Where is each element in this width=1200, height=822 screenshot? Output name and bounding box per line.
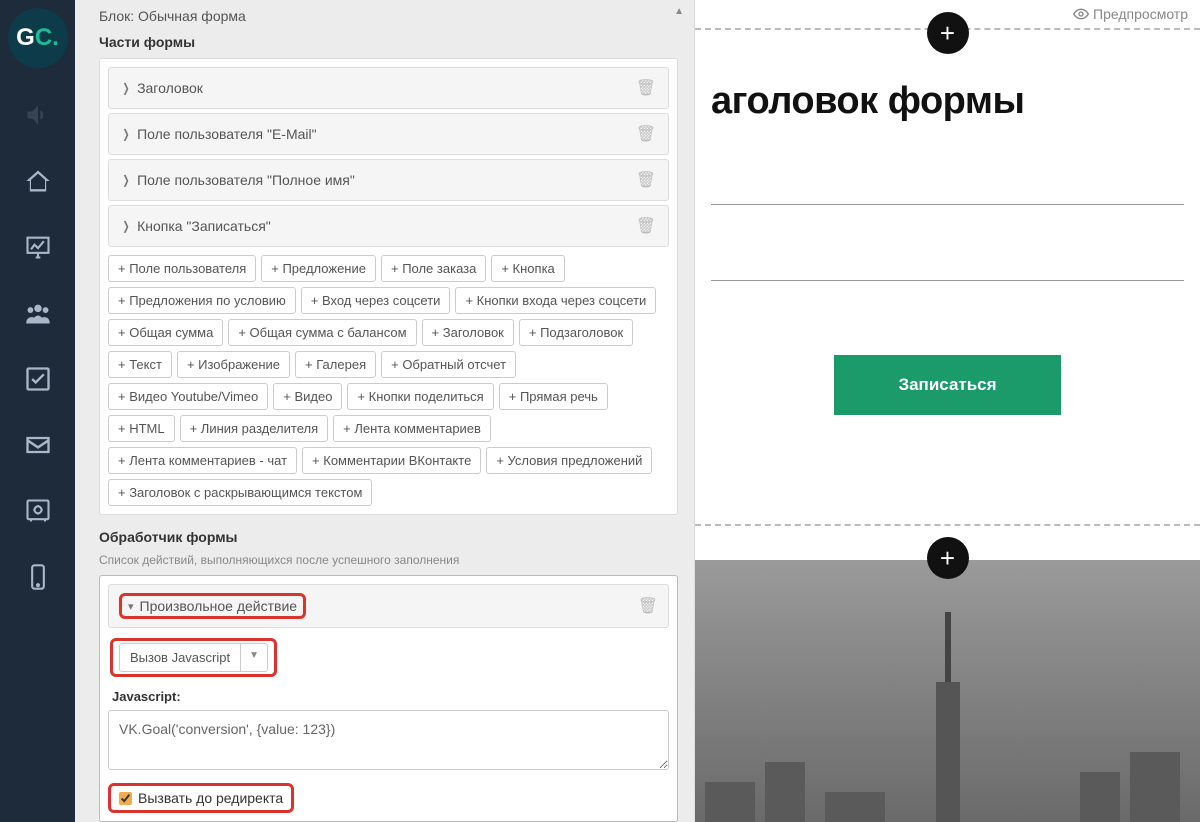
action-type-dropdown[interactable]: Вызов Javascript (119, 643, 241, 672)
trash-icon[interactable]: 🗑 (636, 78, 656, 98)
add-part-button[interactable]: + Обратный отсчет (381, 351, 516, 378)
add-part-button[interactable]: + Поле заказа (381, 255, 486, 282)
users-icon[interactable] (0, 280, 75, 346)
form-title: аголовок формы (711, 80, 1184, 123)
part-item[interactable]: ❯Заголовок 🗑 (108, 67, 669, 109)
part-item[interactable]: ❯Поле пользователя "Полное имя" 🗑 (108, 159, 669, 201)
add-part-button[interactable]: + Изображение (177, 351, 290, 378)
email-field[interactable] (711, 163, 1184, 205)
add-part-button[interactable]: + Линия разделителя (180, 415, 329, 442)
block-title: Блок: Обычная форма (99, 6, 678, 24)
chevron-right-icon: ❯ (123, 173, 130, 187)
logo[interactable]: GC. (8, 8, 68, 68)
add-part-button[interactable]: + Видео (273, 383, 342, 410)
add-part-button[interactable]: + Кнопки входа через соцсети (455, 287, 656, 314)
add-part-button[interactable]: + Кнопка (491, 255, 564, 282)
trash-icon[interactable]: 🗑 (636, 170, 656, 190)
add-block-button[interactable]: + (927, 12, 969, 54)
add-part-button[interactable]: + Лента комментариев - чат (108, 447, 297, 474)
add-part-button[interactable]: + Вход через соцсети (301, 287, 451, 314)
chevron-right-icon: ❯ (123, 81, 130, 95)
preview-panel: Предпросмотр + аголовок формы Записаться… (695, 0, 1200, 822)
action-label-highlight: ▾Произвольное действие (119, 593, 306, 619)
mail-icon[interactable] (0, 412, 75, 478)
image-block[interactable] (695, 560, 1200, 822)
add-part-button[interactable]: + HTML (108, 415, 175, 442)
add-part-button[interactable]: + Общая сумма с балансом (228, 319, 416, 346)
add-part-button[interactable]: + Заголовок с раскрывающимся текстом (108, 479, 372, 506)
trash-icon[interactable]: 🗑 (638, 596, 658, 616)
chevron-right-icon: ❯ (123, 127, 130, 141)
add-part-button[interactable]: + Текст (108, 351, 172, 378)
handler-title: Обработчик формы (99, 529, 678, 545)
parts-add-row: + Поле пользователя+ Предложение+ Поле з… (108, 255, 669, 506)
add-part-button[interactable]: + Галерея (295, 351, 376, 378)
phone-icon[interactable] (0, 544, 75, 610)
eye-icon (1073, 6, 1089, 22)
handler-header[interactable]: ▾Произвольное действие 🗑 (108, 584, 669, 628)
js-label: Javascript: (112, 689, 669, 704)
scroll-up-icon[interactable]: ▲ (674, 6, 684, 17)
add-part-button[interactable]: + Прямая речь (499, 383, 608, 410)
add-part-button[interactable]: + Комментарии ВКонтакте (302, 447, 481, 474)
checkbox-highlight: Вызвать до редиректа (108, 783, 294, 813)
add-part-button[interactable]: + Поле пользователя (108, 255, 256, 282)
part-item[interactable]: ❯Поле пользователя "E-Mail" 🗑 (108, 113, 669, 155)
preview-link[interactable]: Предпросмотр (1073, 6, 1188, 22)
dropdown-highlight: Вызов Javascript ▼ (110, 638, 277, 677)
sound-icon[interactable] (0, 82, 75, 148)
parts-title: Части формы (99, 34, 678, 50)
add-part-button[interactable]: + Видео Youtube/Vimeo (108, 383, 268, 410)
sidebar: GC. (0, 0, 75, 822)
js-textarea[interactable] (108, 710, 669, 770)
check-icon[interactable] (0, 346, 75, 412)
add-part-button[interactable]: + Условия предложений (486, 447, 652, 474)
chart-icon[interactable] (0, 214, 75, 280)
handler-subtitle: Список действий, выполняющихся после усп… (99, 553, 678, 567)
add-part-button[interactable]: + Общая сумма (108, 319, 223, 346)
editor-panel: ▲ Блок: Обычная форма Части формы ❯Загол… (75, 0, 695, 822)
chevron-right-icon: ❯ (123, 219, 130, 233)
parts-box: ❯Заголовок 🗑 ❯Поле пользователя "E-Mail"… (99, 58, 678, 515)
submit-button[interactable]: Записаться (834, 355, 1060, 415)
checkbox-label: Вызвать до редиректа (138, 790, 283, 806)
part-item[interactable]: ❯Кнопка "Записаться" 🗑 (108, 205, 669, 247)
add-block-button[interactable]: + (927, 537, 969, 579)
add-part-button[interactable]: + Предложения по условию (108, 287, 296, 314)
add-part-button[interactable]: + Предложение (261, 255, 376, 282)
add-part-button[interactable]: + Заголовок (422, 319, 514, 346)
before-redirect-checkbox[interactable] (119, 792, 132, 805)
add-part-button[interactable]: + Кнопки поделиться (347, 383, 493, 410)
home-icon[interactable] (0, 148, 75, 214)
safe-icon[interactable] (0, 478, 75, 544)
form-preview: аголовок формы Записаться (711, 80, 1184, 415)
handler-box: ▾Произвольное действие 🗑 Вызов Javascrip… (99, 575, 678, 822)
dropdown-arrow-icon[interactable]: ▼ (241, 643, 268, 672)
name-field[interactable] (711, 239, 1184, 281)
add-part-button[interactable]: + Лента комментариев (333, 415, 491, 442)
trash-icon[interactable]: 🗑 (636, 216, 656, 236)
add-part-button[interactable]: + Подзаголовок (519, 319, 633, 346)
chevron-down-icon: ▾ (128, 600, 134, 613)
trash-icon[interactable]: 🗑 (636, 124, 656, 144)
